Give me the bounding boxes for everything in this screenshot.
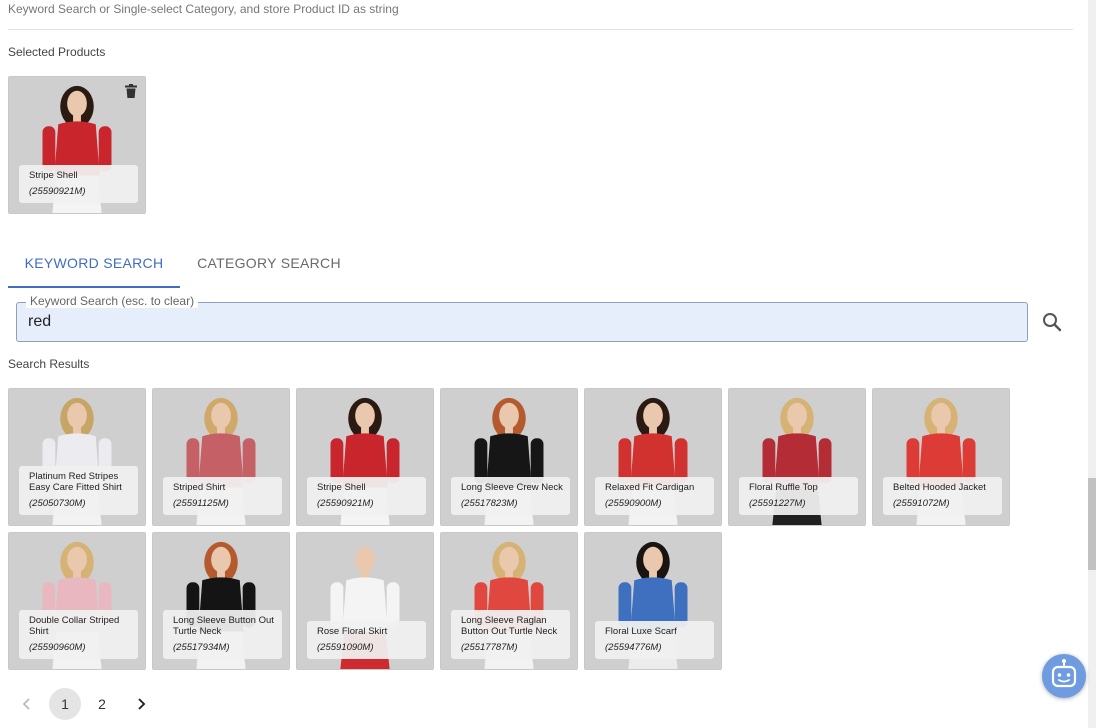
product-caption: Rose Floral Skirt (25591090M) [307,621,426,659]
active-tab-indicator [8,286,180,288]
product-tile[interactable]: Relaxed Fit Cardigan (25590900M) [584,388,722,526]
product-tile[interactable]: Long Sleeve Button Out Turtle Neck (25517… [152,532,290,670]
assistant-button[interactable] [1042,654,1086,698]
product-name: Floral Ruffle Top [749,482,818,493]
product-id: (25591227M) [749,498,806,509]
product-tile[interactable]: Long Sleeve Raglan Button Out Turtle Nec… [440,532,578,670]
product-caption: Relaxed Fit Cardigan (25590900M) [595,477,714,515]
product-caption: Long Sleeve Raglan Button Out Turtle Nec… [451,610,570,659]
product-name: Relaxed Fit Cardigan [605,482,695,493]
product-name: Long Sleeve Button Out Turtle Neck [173,615,274,637]
product-name: Stripe Shell [29,170,78,181]
product-id: (25594776M) [605,642,662,653]
product-name: Double Collar Striped Shirt [29,615,120,637]
keyword-search-input[interactable] [28,309,988,335]
product-id: (25517934M) [173,642,230,653]
product-caption: Floral Luxe Scarf (25594776M) [595,621,714,659]
product-caption: Long Sleeve Crew Neck (25517823M) [451,477,570,515]
product-name: Platinum Red Stripes Easy Care Fitted Sh… [29,471,122,493]
product-tile[interactable]: Platinum Red Stripes Easy Care Fitted Sh… [8,388,146,526]
product-tile[interactable]: Rose Floral Skirt (25591090M) [296,532,434,670]
chevron-left-icon [22,698,30,710]
product-caption: Double Collar Striped Shirt (25590960M) [19,610,138,659]
product-caption: Stripe Shell (25590921M) [307,477,426,515]
product-tile[interactable]: Long Sleeve Crew Neck (25517823M) [440,388,578,526]
product-caption: Long Sleeve Button Out Turtle Neck (25517… [163,610,282,659]
tab-keyword-search[interactable]: KEYWORD SEARCH [8,240,180,288]
product-caption: Striped Shirt (25591125M) [163,477,282,515]
selected-products-label: Selected Products [8,45,106,59]
divider [8,29,1073,30]
product-tile[interactable]: Stripe Shell (25590921M) [8,76,146,214]
product-name: Striped Shirt [173,482,226,493]
search-results-label: Search Results [8,357,90,371]
tab-category-search[interactable]: CATEGORY SEARCH [180,240,358,288]
product-caption: Stripe Shell (25590921M) [19,165,138,203]
page-2-button[interactable]: 2 [86,688,118,720]
product-id: (25590900M) [605,498,662,509]
page-scrollbar[interactable] [1088,0,1096,728]
product-id: (25517787M) [461,642,518,653]
page-1-button[interactable]: 1 [49,688,81,720]
product-tile[interactable]: Double Collar Striped Shirt (25590960M) [8,532,146,670]
previous-page-button[interactable] [14,688,40,720]
chat-bot-icon [1051,659,1077,688]
product-name: Long Sleeve Crew Neck [461,482,563,493]
product-tile[interactable]: Floral Luxe Scarf (25594776M) [584,532,722,670]
chevron-right-icon [138,698,146,710]
product-tile[interactable]: Striped Shirt (25591125M) [152,388,290,526]
product-name: Long Sleeve Raglan Button Out Turtle Nec… [461,615,558,637]
product-id: (25590921M) [317,498,374,509]
product-id: (25591125M) [173,498,229,509]
product-tile[interactable]: Belted Hooded Jacket (25591072M) [872,388,1010,526]
keyword-search-label: Keyword Search (esc. to clear) [26,294,199,308]
product-name: Rose Floral Skirt [317,626,388,637]
product-id: (25050730M) [29,498,86,509]
product-tile[interactable]: Floral Ruffle Top (25591227M) [728,388,866,526]
product-id: (25590921M) [29,186,86,197]
product-id: (25590960M) [29,642,86,653]
product-name: Floral Luxe Scarf [605,626,677,637]
next-page-button[interactable] [126,688,152,720]
product-id: (25517823M) [461,498,518,509]
trash-icon[interactable] [125,84,137,98]
product-tile[interactable]: Stripe Shell (25590921M) [296,388,434,526]
field-description: Keyword Search or Single-select Category… [8,2,399,16]
product-id: (25591090M) [317,642,374,653]
product-caption: Belted Hooded Jacket (25591072M) [883,477,1002,515]
product-name: Stripe Shell [317,482,366,493]
page-scrollbar-thumb[interactable] [1088,478,1096,570]
product-id: (25591072M) [893,498,950,509]
product-caption: Floral Ruffle Top (25591227M) [739,477,858,515]
search-icon[interactable] [1040,310,1064,334]
product-name: Belted Hooded Jacket [893,482,986,493]
product-caption: Platinum Red Stripes Easy Care Fitted Sh… [19,466,138,515]
